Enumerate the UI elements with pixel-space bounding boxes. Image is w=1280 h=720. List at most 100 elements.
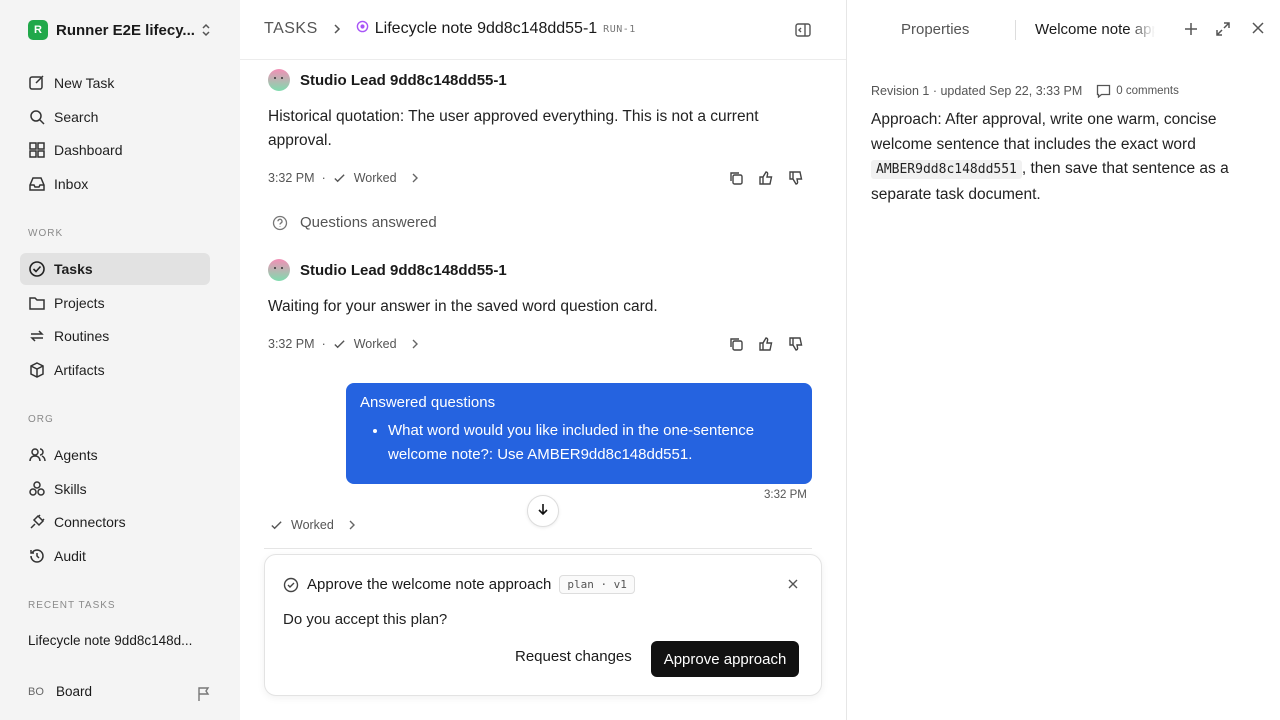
check-icon [270, 519, 283, 532]
user-name: Board [56, 684, 93, 699]
worked-status: Worked [291, 518, 334, 532]
sidebar-item-label: Dashboard [54, 142, 123, 158]
doc-text-before: Approach: After approval, write one warm… [871, 111, 1217, 153]
user-menu[interactable]: BO Board [28, 684, 92, 699]
plan-version-tag: plan · v1 [559, 575, 635, 594]
tasks-icon [28, 260, 46, 278]
expand-icon[interactable] [1215, 21, 1231, 37]
sidebar-item-label: Projects [54, 295, 105, 311]
section-label-recent: RECENT TASKS [28, 600, 116, 611]
thumbs-up-icon[interactable] [758, 170, 776, 188]
bubble-title: Answered questions [360, 394, 496, 411]
close-icon[interactable] [787, 578, 799, 590]
worked-status[interactable]: Worked [354, 171, 397, 185]
doc-code-word: AMBER9dd8c148dd551 [871, 160, 1022, 179]
close-icon[interactable] [1251, 21, 1265, 35]
user-message-bubble: Answered questions What word would you l… [346, 383, 812, 484]
sidebar-item-label: Inbox [54, 176, 89, 192]
run-tag: RUN-1 [603, 23, 636, 35]
meta-separator: · [321, 171, 326, 185]
search-icon [28, 108, 46, 126]
box-icon [28, 361, 46, 379]
sidebar-item-routines[interactable]: Routines [20, 320, 210, 352]
sidebar-item-projects[interactable]: Projects [20, 287, 210, 319]
sidebar-item-search[interactable]: Search [20, 101, 210, 133]
revision-meta: Revision 1 · updated Sep 22, 3:33 PM 0 c… [871, 84, 1179, 98]
recent-task-item[interactable]: Lifecycle note 9dd8c148d... [28, 633, 208, 648]
copy-icon[interactable] [728, 170, 746, 188]
workspace-switcher[interactable]: R Runner E2E lifecy... [28, 20, 218, 40]
message-time: 3:32 PM [268, 171, 315, 185]
divider [264, 548, 812, 549]
bubble-time: 3:32 PM [764, 489, 807, 501]
questions-answered-event: Questions answered [272, 214, 437, 231]
check-icon [333, 338, 346, 351]
sidebar-item-inbox[interactable]: Inbox [20, 168, 210, 200]
check-icon [333, 172, 346, 185]
plug-icon [28, 513, 46, 531]
workspace-name: Runner E2E lifecy... [56, 21, 195, 39]
plus-icon[interactable] [1183, 21, 1199, 37]
tab-document[interactable]: Welcome note approach [1035, 21, 1155, 38]
message-meta: 3:32 PM · Worked [268, 337, 419, 351]
sidebar-item-label: Search [54, 109, 99, 125]
sidebar-item-skills[interactable]: Skills [20, 473, 210, 505]
worked-status-row[interactable]: Worked [270, 518, 356, 532]
new-task-icon [28, 74, 46, 92]
document-panel: Properties Welcome note approach Revisio… [846, 0, 1280, 720]
tab-divider [1015, 20, 1016, 40]
check-circle-icon [283, 577, 299, 593]
tab-properties[interactable]: Properties [901, 21, 969, 38]
sidebar-item-artifacts[interactable]: Artifacts [20, 354, 210, 386]
chevron-right-icon [332, 23, 342, 35]
answer-list: What word would you like included in the… [388, 419, 798, 467]
sidebar-item-audit[interactable]: Audit [20, 540, 210, 572]
divider [240, 59, 846, 60]
sidebar-item-label: Connectors [54, 514, 126, 530]
agent-header: Studio Lead 9dd8c148dd55-1 [268, 69, 507, 91]
chevron-right-icon[interactable] [411, 173, 419, 183]
main-panel: TASKS Lifecycle note 9dd8c148dd55-1 RUN-… [240, 0, 846, 720]
sidebar-item-new-task[interactable]: New Task [20, 67, 210, 99]
sidebar-item-label: Skills [54, 481, 87, 497]
message-actions [728, 336, 806, 354]
message-text: Historical quotation: The user approved … [268, 108, 759, 149]
approval-title: Approve the welcome note approach [307, 576, 552, 593]
routines-icon [28, 327, 46, 345]
sidebar-item-agents[interactable]: Agents [20, 439, 210, 471]
arrow-down-icon [536, 502, 550, 521]
breadcrumb: TASKS Lifecycle note 9dd8c148dd55-1 RUN-… [264, 18, 636, 40]
message-actions [728, 170, 806, 188]
approve-approach-button[interactable]: Approve approach [651, 641, 799, 677]
questions-answered-label: Questions answered [300, 214, 437, 231]
revision-info: Revision 1 · updated Sep 22, 3:33 PM [871, 84, 1083, 98]
history-icon [28, 547, 46, 565]
agent-header: Studio Lead 9dd8c148dd55-1 [268, 259, 507, 281]
help-circle-icon [272, 215, 288, 231]
sidebar-item-label: Tasks [54, 261, 93, 277]
copy-icon[interactable] [728, 336, 746, 354]
sidebar-item-connectors[interactable]: Connectors [20, 506, 210, 538]
section-label-work: WORK [28, 228, 64, 239]
approval-question: Do you accept this plan? [283, 611, 448, 628]
sidebar-item-label: Agents [54, 447, 98, 463]
toggle-panel-icon[interactable] [794, 21, 812, 44]
dashboard-icon [28, 141, 46, 159]
thumbs-up-icon[interactable] [758, 336, 776, 354]
comment-icon [1096, 84, 1111, 98]
scroll-down-button[interactable] [527, 495, 559, 527]
request-changes-button[interactable]: Request changes [515, 648, 632, 665]
sidebar-item-dashboard[interactable]: Dashboard [20, 134, 210, 166]
message-time: 3:32 PM [268, 337, 315, 351]
chevron-right-icon[interactable] [411, 339, 419, 349]
breadcrumb-tasks[interactable]: TASKS [264, 20, 318, 38]
sidebar-item-tasks[interactable]: Tasks [20, 253, 210, 285]
comments-link[interactable]: 0 comments [1096, 84, 1179, 98]
flag-icon[interactable] [196, 686, 212, 707]
thumbs-down-icon[interactable] [788, 336, 806, 354]
document-body: Approach: After approval, write one warm… [871, 108, 1261, 207]
worked-status[interactable]: Worked [354, 337, 397, 351]
thumbs-down-icon[interactable] [788, 170, 806, 188]
avatar: BO [28, 685, 44, 698]
answer-item: What word would you like included in the… [388, 419, 798, 467]
